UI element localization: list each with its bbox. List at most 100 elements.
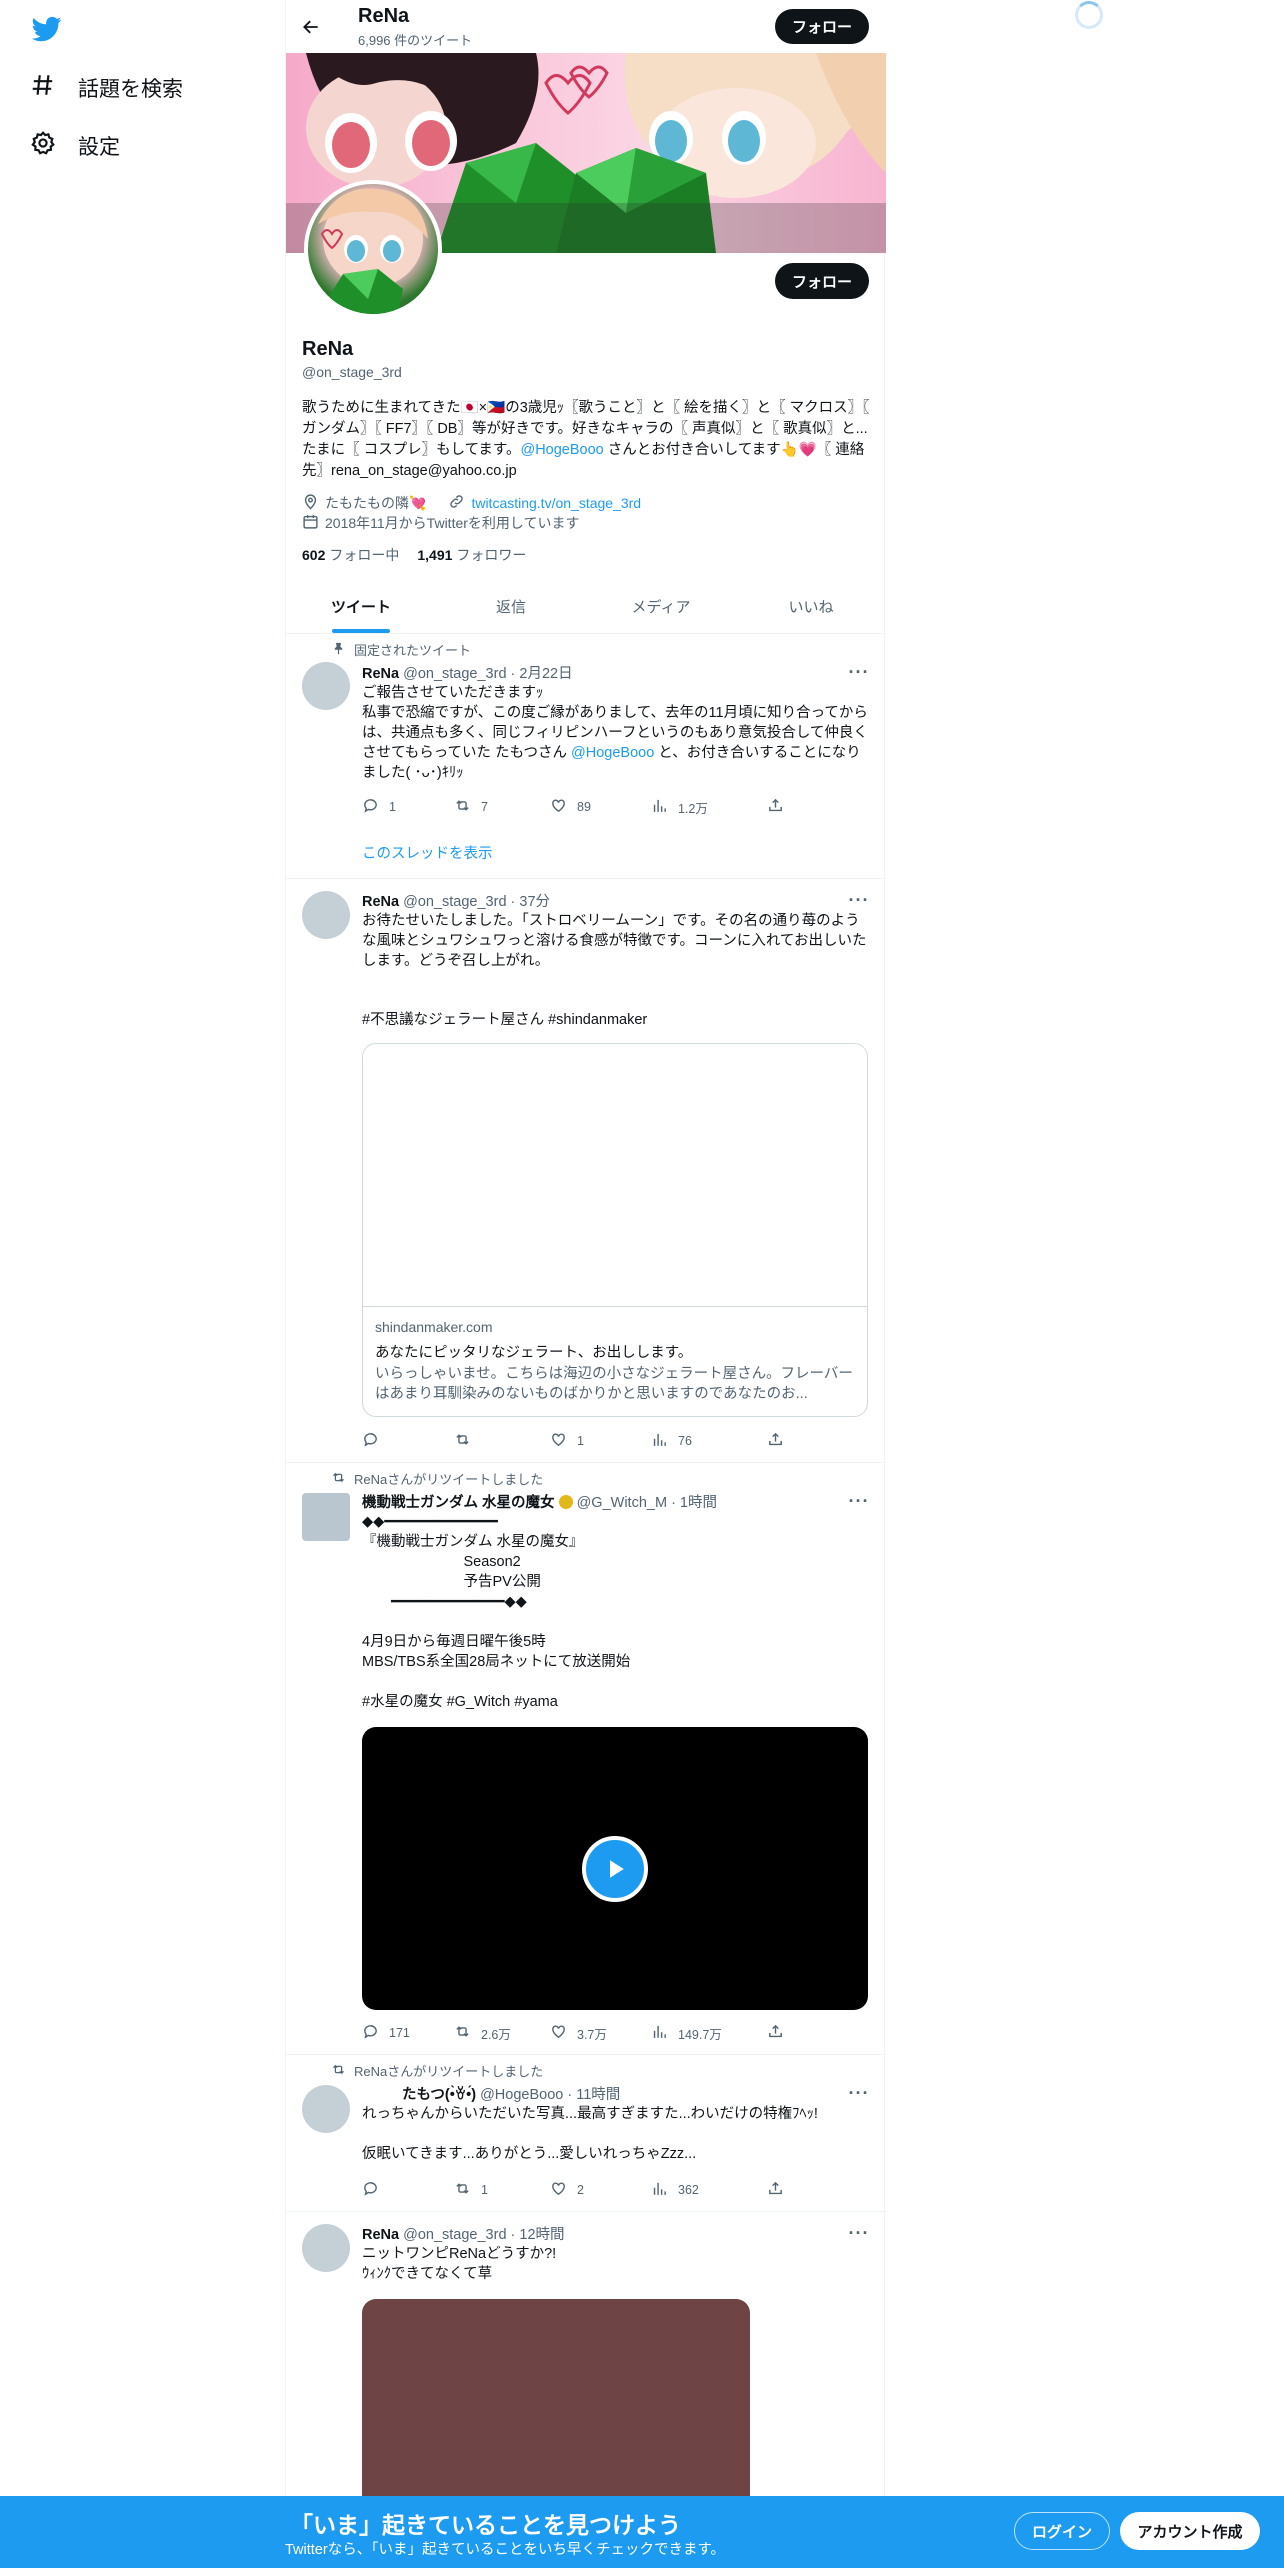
play-icon[interactable] xyxy=(582,1835,648,1902)
retweet-button[interactable] xyxy=(454,1431,481,1451)
nav-explore[interactable]: 話題を検索 xyxy=(30,72,183,104)
tab-media[interactable]: メディア xyxy=(586,580,736,633)
tweet-retweet-tamotsu[interactable]: ReNaさんがリツイートしました たもつ(•̀ꈊ•́) @HogeBooo · … xyxy=(286,2055,886,2212)
tweet-shindanmaker[interactable]: ReNa @on_stage_3rd · 37分 ··· お待たせいたしました。… xyxy=(286,879,886,1463)
avatar[interactable] xyxy=(302,2224,350,2272)
following-link[interactable]: 602 フォロー中 xyxy=(302,545,399,565)
more-options-icon[interactable]: ··· xyxy=(848,890,870,910)
like-count: 89 xyxy=(577,800,591,814)
share-icon xyxy=(767,2023,784,2043)
tab-replies[interactable]: 返信 xyxy=(436,580,586,633)
login-button[interactable]: ログイン xyxy=(1014,2512,1110,2550)
verified-badge-icon xyxy=(558,1495,573,1509)
gear-icon xyxy=(30,130,56,162)
tweet-header: ReNa @on_stage_3rd · 12時間 xyxy=(362,2223,565,2244)
retweet-context-label: ReNaさんがリツイートしました xyxy=(354,2064,544,2079)
more-options-icon[interactable]: ··· xyxy=(848,662,870,682)
tweet-retweet-gundam[interactable]: ReNaさんがリツイートしました 機動戦士ガンダム 水星の魔女 @G_Witch… xyxy=(286,1463,886,2055)
reply-count: 1 xyxy=(389,800,396,814)
like-count: 3.7万 xyxy=(577,2027,607,2042)
like-button[interactable]: 2 xyxy=(550,2180,584,2200)
loading-spinner-icon xyxy=(1075,1,1103,29)
profile-website-link[interactable]: twitcasting.tv/on_stage_3rd xyxy=(471,495,641,511)
analytics-icon xyxy=(651,1431,668,1451)
tweet-pinned[interactable]: 固定されたツイート ReNa @on_stage_3rd · 2月22日 ···… xyxy=(286,634,886,879)
retweet-button[interactable]: 2.6万 xyxy=(454,2023,511,2043)
left-nav: 話題を検索 設定 xyxy=(0,0,285,2568)
back-arrow-icon[interactable] xyxy=(296,12,326,42)
avatar[interactable] xyxy=(302,1493,350,1541)
twitter-logo-icon[interactable] xyxy=(30,14,66,44)
tweet-mention-link[interactable]: @HogeBooo xyxy=(571,745,654,761)
signup-button[interactable]: アカウント作成 xyxy=(1120,2512,1260,2550)
like-count: 1 xyxy=(577,1434,584,1448)
profile-name: ReNa xyxy=(302,338,354,360)
reply-button[interactable]: 1 xyxy=(362,797,396,817)
retweet-button[interactable]: 1 xyxy=(454,2180,488,2200)
like-button[interactable]: 89 xyxy=(550,797,591,817)
share-button[interactable] xyxy=(767,1431,784,1451)
profile-follow-button[interactable]: フォロー xyxy=(775,263,869,299)
reply-button[interactable] xyxy=(362,1431,389,1451)
tweet-author-name[interactable]: ReNa xyxy=(362,894,399,910)
link-card[interactable]: shindanmaker.com あなたにピッタリなジェラート、お出しします。 … xyxy=(362,1043,868,1417)
share-button[interactable] xyxy=(767,2180,784,2200)
avatar[interactable] xyxy=(302,662,350,710)
like-count: 2 xyxy=(577,2183,584,2197)
tweet-actions: 1 2 362 xyxy=(362,2180,782,2200)
followers-link[interactable]: 1,491 フォロワー xyxy=(417,545,526,565)
profile-avatar[interactable] xyxy=(304,180,442,318)
card-title: あなたにピッタリなジェラート、お出しします。 xyxy=(375,1345,693,1361)
show-thread-link[interactable]: このスレッドを表示 xyxy=(362,842,493,863)
retweet-count: 1 xyxy=(481,2183,488,2197)
tweet-hashtags[interactable]: #不思議なジェラート屋さん #shindanmaker xyxy=(362,1010,870,1030)
more-options-icon[interactable]: ··· xyxy=(848,1491,870,1511)
views-count: 1.2万 xyxy=(678,801,708,816)
profile-location: たもたもの隣💘 xyxy=(325,495,427,511)
avatar[interactable] xyxy=(302,2085,350,2133)
tweet-text: ニットワンピReNaどうすか?! ｳｨﾝｸできてなくて草 xyxy=(362,2246,557,2282)
tweet-photo-image[interactable] xyxy=(362,2299,750,2509)
views-button[interactable]: 1.2万 xyxy=(651,797,708,817)
header-follow-button[interactable]: フォロー xyxy=(775,9,869,44)
tweet-hashtags[interactable]: #水星の魔女 #G_Witch #yama xyxy=(362,1692,870,1712)
profile-joined: 2018年11月からTwitterを利用しています xyxy=(325,515,580,531)
video-player[interactable] xyxy=(362,1727,868,2010)
views-button[interactable]: 76 xyxy=(651,1431,692,1451)
tweet-author-name[interactable]: ReNa xyxy=(362,2227,399,2243)
tweet-meta: @G_Witch_M · 1時間 xyxy=(572,1495,717,1511)
reply-button[interactable] xyxy=(362,2180,389,2200)
like-button[interactable]: 1 xyxy=(550,1431,584,1451)
heart-icon xyxy=(550,2180,567,2200)
retweet-count: 2.6万 xyxy=(481,2027,511,2042)
tweet-actions: 171 2.6万 3.7万 149.7万 xyxy=(362,2023,782,2043)
retweet-context: ReNaさんがリツイートしました xyxy=(331,1469,543,1488)
more-options-icon[interactable]: ··· xyxy=(848,2223,870,2243)
views-button[interactable]: 149.7万 xyxy=(651,2023,722,2043)
more-options-icon[interactable]: ··· xyxy=(848,2083,870,2103)
tweet-author-name[interactable]: 機動戦士ガンダム 水星の魔女 xyxy=(362,1495,555,1511)
retweet-context-label: ReNaさんがリツイートしました xyxy=(354,1472,544,1487)
tweet-meta: @on_stage_3rd · 37分 xyxy=(399,894,551,910)
heart-icon xyxy=(550,797,567,817)
following-label: フォロー中 xyxy=(329,547,400,563)
avatar[interactable] xyxy=(302,891,350,939)
reply-button[interactable]: 171 xyxy=(362,2023,410,2043)
nav-settings[interactable]: 設定 xyxy=(30,130,120,162)
tab-tweets[interactable]: ツイート xyxy=(286,580,436,633)
share-button[interactable] xyxy=(767,797,784,817)
like-button[interactable]: 3.7万 xyxy=(550,2023,607,2043)
retweet-context: ReNaさんがリツイートしました xyxy=(331,2061,543,2080)
link-chain-icon xyxy=(448,493,465,513)
tweet-author-name[interactable]: たもつ(•̀ꈊ•́) xyxy=(402,2087,476,2103)
card-domain: shindanmaker.com xyxy=(375,1319,493,1335)
retweet-button[interactable]: 7 xyxy=(454,797,488,817)
tweet-author-name[interactable]: ReNa xyxy=(362,666,399,682)
tweet-meta: @HogeBooo · 11時間 xyxy=(476,2087,621,2103)
tab-likes[interactable]: いいね xyxy=(736,580,886,633)
share-button[interactable] xyxy=(767,2023,784,2043)
pinned-context: 固定されたツイート xyxy=(331,640,471,659)
bio-mention-link[interactable]: @HogeBooo xyxy=(520,442,603,458)
views-button[interactable]: 362 xyxy=(651,2180,699,2200)
header-name: ReNa xyxy=(358,5,410,27)
